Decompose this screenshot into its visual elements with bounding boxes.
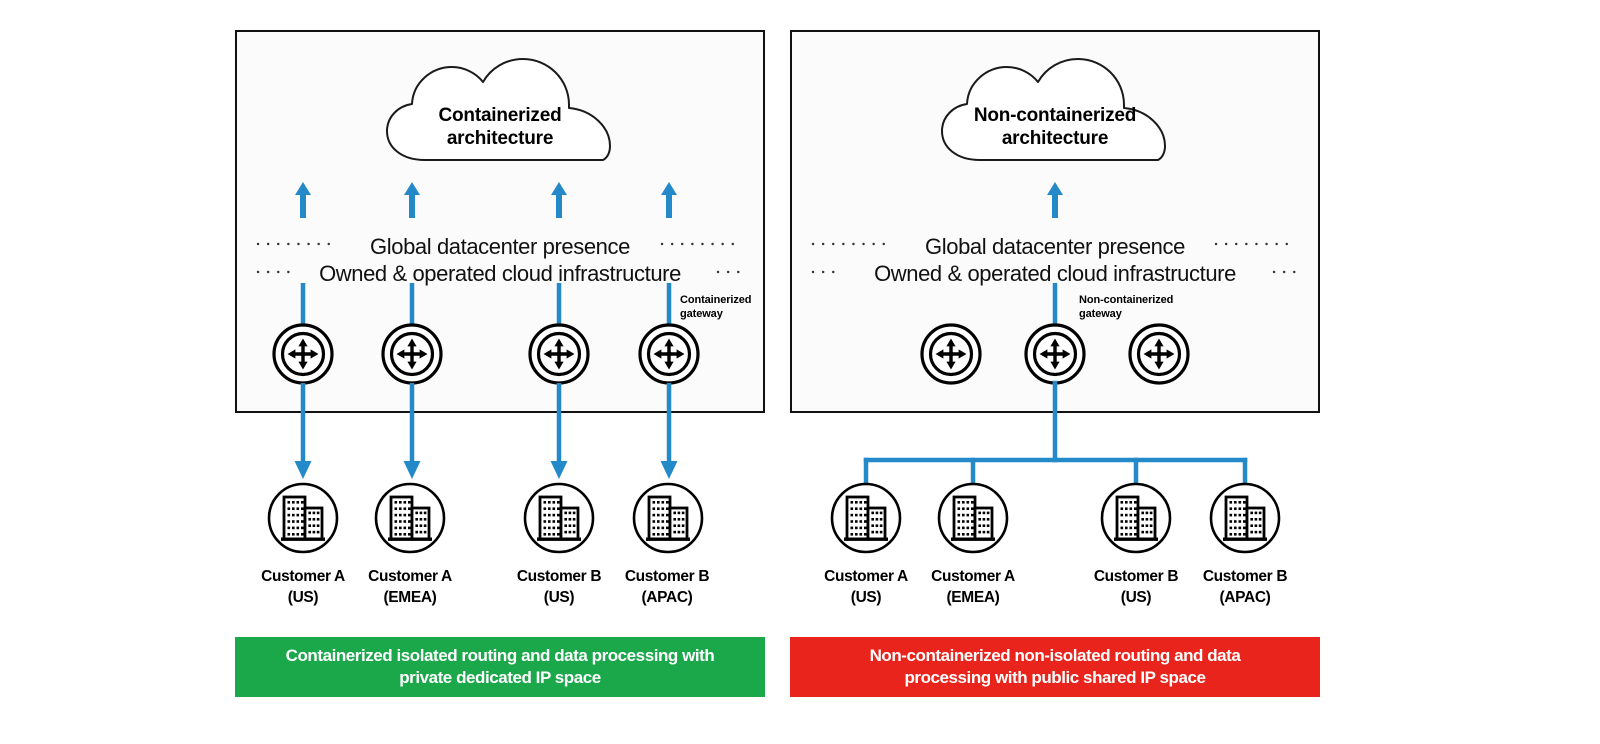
- office-building-icon-l3: [523, 482, 595, 554]
- office-building-icon-r2: [937, 482, 1009, 554]
- gateway-label-right: Non-containerized gateway: [1079, 294, 1199, 321]
- banner-line1: Non-containerized non-isolated routing a…: [869, 646, 1241, 666]
- customer-label-r4: Customer B (APAC): [1180, 567, 1310, 609]
- cloud-label-line1: Non-containerized: [973, 105, 1137, 126]
- office-building-icon-l2: [374, 482, 446, 554]
- banner-non-containerized: Non-containerized non-isolated routing a…: [790, 637, 1320, 697]
- office-building-icon-l4: [632, 482, 704, 554]
- infra-line-owned-operated-left: Owned & operated cloud infrastructure: [319, 261, 681, 286]
- customer-name: Customer A: [368, 568, 452, 585]
- panel-non-containerized: [790, 30, 1320, 413]
- customer-label-l2: Customer A (EMEA): [345, 567, 475, 609]
- customer-name: Customer A: [931, 568, 1015, 585]
- infra-line-global-datacenter-right: Global datacenter presence: [925, 234, 1185, 259]
- banner-line2: processing with public shared IP space: [904, 668, 1206, 687]
- cloud-label-line1: Containerized: [438, 105, 562, 126]
- gateway-label-left: Containerized gateway: [680, 294, 790, 321]
- diagram-canvas: Containerized architecture Non-container…: [0, 0, 1600, 744]
- customer-region: (APAC): [1219, 588, 1271, 606]
- cloud-label-line2: architecture: [1001, 128, 1109, 150]
- cloud-label-line2: architecture: [446, 128, 554, 150]
- gateway-label-line2: gateway: [1079, 307, 1122, 320]
- infra-line-global-datacenter-left: Global datacenter presence: [370, 234, 630, 259]
- office-building-icon-l1: [267, 482, 339, 554]
- gateway-label-line1: Non-containerized: [1079, 294, 1174, 306]
- office-building-icon-r4: [1209, 482, 1281, 554]
- customer-label-l4: Customer B (APAC): [602, 567, 732, 609]
- banner-line2: private dedicated IP space: [399, 668, 601, 687]
- banner-containerized: Containerized isolated routing and data …: [235, 637, 765, 697]
- office-building-icon-r3: [1100, 482, 1172, 554]
- customer-region: (EMEA): [946, 588, 1000, 606]
- panel-containerized: [235, 30, 765, 413]
- cloud-label-containerized: Containerized architecture: [380, 104, 620, 150]
- cloud-label-non-containerized: Non-containerized architecture: [935, 104, 1175, 150]
- gateway-label-line1: Containerized: [680, 294, 752, 306]
- infra-line-owned-operated-right: Owned & operated cloud infrastructure: [874, 261, 1236, 286]
- customer-name: Customer B: [624, 568, 710, 585]
- customer-region: (APAC): [641, 588, 693, 606]
- banner-line1: Containerized isolated routing and data …: [285, 646, 715, 666]
- gateway-label-line2: gateway: [680, 307, 723, 320]
- customer-name: Customer B: [1202, 568, 1288, 585]
- customer-region: (EMEA): [383, 588, 437, 606]
- office-building-icon-r1: [830, 482, 902, 554]
- customer-label-r2: Customer A (EMEA): [908, 567, 1038, 609]
